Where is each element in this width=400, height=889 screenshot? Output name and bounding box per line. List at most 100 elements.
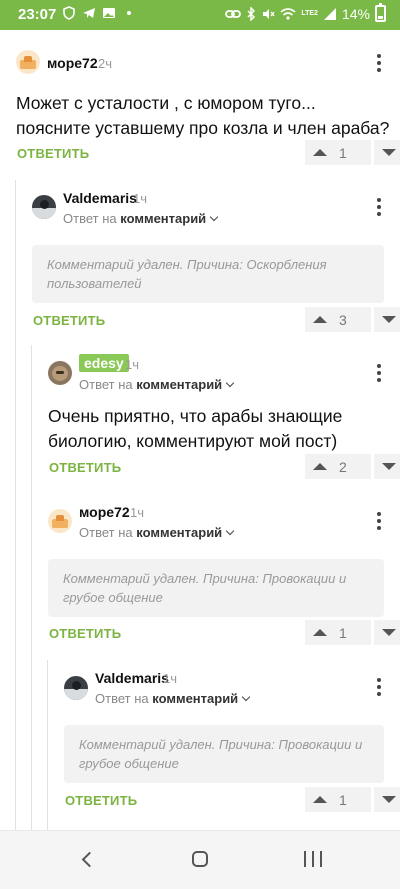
reply-to-target: комментарий: [136, 377, 223, 392]
vote-controls: 2: [305, 454, 400, 479]
avatar[interactable]: [32, 195, 56, 219]
vote-count: 1: [339, 144, 347, 161]
vote-count: 2: [339, 458, 347, 475]
upvote-button[interactable]: 1: [305, 140, 371, 165]
author-name[interactable]: Valdemaris: [95, 670, 169, 686]
downvote-button[interactable]: [374, 307, 400, 332]
reply-to-prefix: Ответ на: [79, 525, 133, 540]
reply-button[interactable]: ОТВЕТИТЬ: [49, 460, 121, 475]
comment-text-line: Очень приятно, что арабы знающие: [48, 406, 343, 426]
comment-time: 1ч: [163, 671, 178, 686]
upvote-button[interactable]: 2: [305, 454, 371, 479]
chevron-down-icon: [225, 526, 235, 536]
more-options-icon[interactable]: [372, 512, 386, 530]
downvote-button[interactable]: [374, 140, 400, 165]
author-name[interactable]: edesy: [79, 354, 129, 372]
mute-icon: [263, 8, 275, 19]
comment-time: 2ч: [98, 56, 113, 71]
link-icon: [225, 9, 242, 18]
comment-text-line: поясните уставшему про козла и член араб…: [16, 118, 390, 138]
upvote-button[interactable]: 3: [305, 307, 371, 332]
comment-time: 1ч: [130, 505, 145, 520]
status-time: 23:07: [18, 6, 57, 23]
arrow-up-icon: [313, 149, 327, 156]
arrow-down-icon: [381, 629, 396, 636]
author-name[interactable]: море72: [79, 504, 130, 520]
comment-time: 1ч: [133, 191, 148, 206]
vote-count: 3: [339, 311, 347, 328]
dot-icon: [127, 11, 131, 15]
reply-button[interactable]: ОТВЕТИТЬ: [65, 793, 137, 808]
reply-to-target: комментарий: [152, 691, 239, 706]
avatar[interactable]: [64, 676, 88, 700]
vote-count: 1: [339, 624, 347, 641]
status-bar: 23:07 LTE2 14%: [0, 0, 400, 30]
reply-to-prefix: Ответ на: [79, 377, 133, 392]
avatar[interactable]: [48, 509, 72, 533]
navigation-bar: [0, 830, 400, 889]
deleted-comment-notice: Комментарий удален. Причина: Провокации …: [48, 559, 384, 617]
back-icon[interactable]: [81, 851, 98, 868]
reply-to[interactable]: Ответ на комментарий: [79, 525, 235, 540]
downvote-button[interactable]: [374, 454, 400, 479]
bluetooth-icon: [247, 6, 256, 21]
reply-to-target: комментарий: [120, 211, 207, 226]
chevron-down-icon: [225, 378, 235, 388]
battery-icon: [375, 3, 386, 22]
arrow-up-icon: [313, 629, 327, 636]
vote-count: 1: [339, 791, 347, 808]
image-icon: [103, 8, 115, 18]
more-options-icon[interactable]: [372, 364, 386, 382]
comment-text: Очень приятно, что арабы знающие биологи…: [48, 404, 393, 454]
upvote-button[interactable]: 1: [305, 620, 371, 645]
thread-line: [47, 660, 48, 830]
reply-to[interactable]: Ответ на комментарий: [79, 377, 235, 392]
avatar[interactable]: [16, 50, 40, 74]
upvote-button[interactable]: 1: [305, 787, 371, 812]
network-label: LTE2: [301, 10, 318, 17]
reply-to-prefix: Ответ на: [95, 691, 149, 706]
arrow-down-icon: [381, 316, 396, 323]
comment-text: Может с усталости , с юмором туго... поя…: [16, 91, 391, 141]
comment-text-line: биологию, комментируют мой пост): [48, 431, 338, 451]
deleted-comment-notice: Комментарий удален. Причина: Оскорбления…: [32, 245, 384, 303]
telegram-icon: [83, 8, 95, 18]
author-name[interactable]: море72: [47, 55, 98, 71]
reply-button[interactable]: ОТВЕТИТЬ: [33, 313, 105, 328]
vote-controls: 3: [305, 307, 400, 332]
more-options-icon[interactable]: [372, 54, 386, 72]
chevron-down-icon: [241, 692, 251, 702]
reply-button[interactable]: ОТВЕТИТЬ: [17, 146, 89, 161]
recent-apps-icon[interactable]: [304, 851, 322, 867]
more-options-icon[interactable]: [372, 198, 386, 216]
thread-line: [31, 345, 32, 830]
reply-to[interactable]: Ответ на комментарий: [95, 691, 251, 706]
reply-to-prefix: Ответ на: [63, 211, 117, 226]
deleted-comment-notice: Комментарий удален. Причина: Провокации …: [64, 725, 384, 783]
comment-time: 1ч: [125, 357, 140, 372]
vote-controls: 1: [305, 620, 400, 645]
shield-icon: [63, 6, 75, 20]
downvote-button[interactable]: [374, 787, 400, 812]
reply-button[interactable]: ОТВЕТИТЬ: [49, 626, 121, 641]
downvote-button[interactable]: [374, 620, 400, 645]
arrow-up-icon: [313, 316, 327, 323]
reply-to[interactable]: Ответ на комментарий: [63, 211, 219, 226]
vote-controls: 1: [305, 787, 400, 812]
chevron-down-icon: [209, 212, 219, 222]
wifi-icon: [280, 7, 296, 20]
author-name[interactable]: Valdemaris: [63, 190, 137, 206]
battery-percent: 14%: [341, 5, 370, 22]
thread-line: [15, 180, 16, 830]
home-icon[interactable]: [192, 851, 208, 867]
signal-icon: [323, 7, 336, 20]
arrow-up-icon: [313, 796, 327, 803]
arrow-down-icon: [381, 796, 396, 803]
avatar[interactable]: [48, 361, 72, 385]
status-left-icons: [62, 6, 136, 20]
arrow-down-icon: [381, 463, 396, 470]
reply-to-target: комментарий: [136, 525, 223, 540]
status-right-icons: LTE2 14%: [225, 3, 386, 22]
author-badge[interactable]: edesy: [79, 354, 129, 372]
more-options-icon[interactable]: [372, 678, 386, 696]
